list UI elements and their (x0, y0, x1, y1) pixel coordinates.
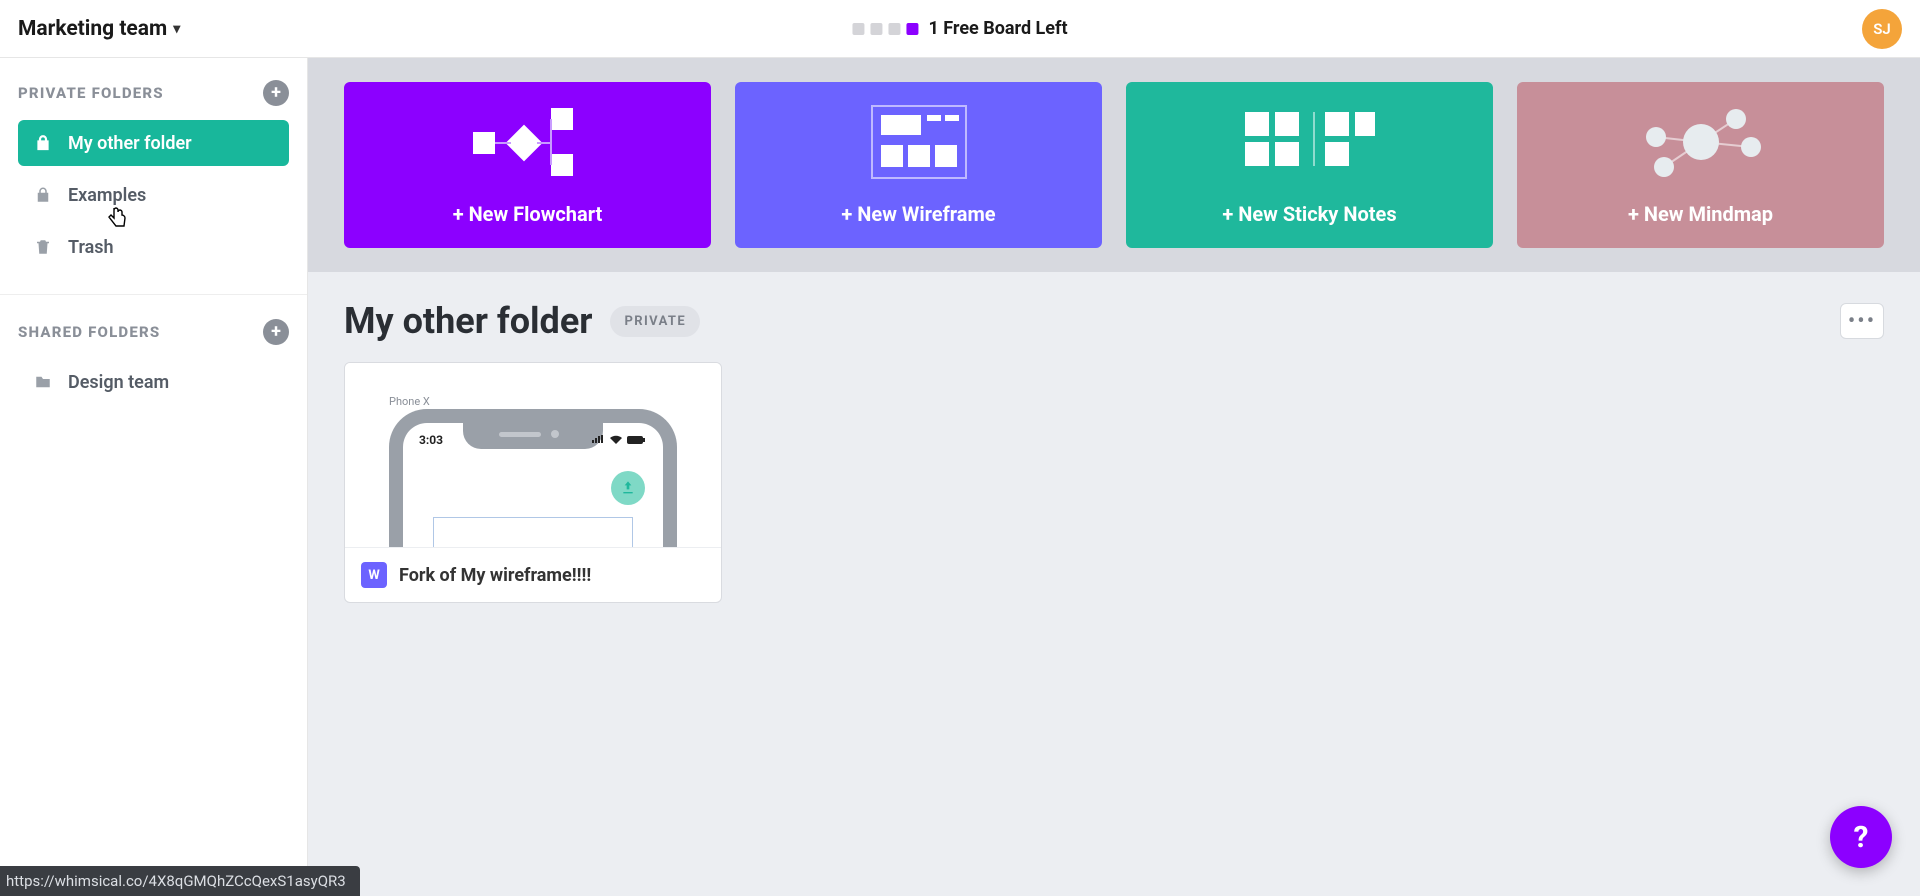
sidebar: PRIVATE FOLDERS + My other folder Exampl… (0, 58, 308, 896)
trash-icon (32, 238, 54, 256)
board-dot-used (888, 23, 900, 35)
shared-folders-section: SHARED FOLDERS + Design team (0, 294, 307, 411)
new-flowchart-card[interactable]: + New Flowchart (344, 82, 711, 248)
sidebar-item-label: Trash (68, 237, 114, 258)
sidebar-item-label: Design team (68, 372, 169, 393)
board-card-footer: W Fork of My wireframe!!!! (345, 547, 721, 602)
new-mindmap-card[interactable]: + New Mindmap (1517, 82, 1884, 248)
folder-icon (32, 373, 54, 391)
user-avatar[interactable]: SJ (1862, 9, 1902, 49)
team-switcher[interactable]: Marketing team ▾ (18, 17, 180, 41)
board-type-chip: W (361, 562, 387, 588)
sidebar-item-trash[interactable]: Trash (18, 224, 289, 270)
wireframe-icon (735, 102, 1102, 182)
sidebar-item-examples[interactable]: Examples (18, 172, 289, 218)
sidebar-item-label: Examples (68, 185, 146, 206)
private-folders-section: PRIVATE FOLDERS + My other folder Exampl… (0, 80, 307, 276)
folder-header: My other folder PRIVATE ••• (344, 300, 1884, 342)
board-card[interactable]: Phone X 3:03 (344, 362, 722, 603)
phone-mock-icon: 3:03 (389, 409, 677, 547)
preview-time: 3:03 (419, 433, 443, 447)
private-folders-heading: PRIVATE FOLDERS (18, 84, 164, 102)
add-private-folder-button[interactable]: + (263, 80, 289, 106)
shared-folders-heading: SHARED FOLDERS (18, 323, 160, 341)
create-card-label: + New Flowchart (453, 202, 603, 226)
new-wireframe-card[interactable]: + New Wireframe (735, 82, 1102, 248)
main-content: + New Flowchart + New Wireframe (308, 58, 1920, 896)
help-icon: ? (1854, 820, 1869, 855)
boards-dots (852, 23, 918, 35)
board-dot-remaining (906, 23, 918, 35)
avatar-initials: SJ (1873, 20, 1891, 38)
lock-icon (32, 186, 54, 204)
folder-privacy-badge: PRIVATE (610, 306, 700, 337)
lock-icon (32, 134, 54, 152)
board-dot-used (870, 23, 882, 35)
sidebar-item-my-other-folder[interactable]: My other folder (18, 120, 289, 166)
folder-title: My other folder (344, 300, 592, 342)
browser-status-url: https://whimsical.co/4X8qGMQhZCcQexS1asy… (0, 866, 360, 896)
board-title: Fork of My wireframe!!!! (399, 565, 591, 586)
sidebar-item-label: My other folder (68, 133, 192, 154)
board-dot-used (852, 23, 864, 35)
create-board-row: + New Flowchart + New Wireframe (308, 58, 1920, 272)
create-card-label: + New Mindmap (1628, 202, 1773, 226)
folder-area: My other folder PRIVATE ••• Phone X 3:03 (308, 272, 1920, 631)
new-sticky-notes-card[interactable]: + New Sticky Notes (1126, 82, 1493, 248)
create-card-label: + New Sticky Notes (1222, 202, 1396, 226)
preview-action-icon (611, 471, 645, 505)
board-type-initial: W (368, 568, 379, 583)
preview-device-label: Phone X (389, 395, 430, 408)
flowchart-icon (344, 102, 711, 182)
create-card-label: + New Wireframe (841, 202, 995, 226)
folder-more-button[interactable]: ••• (1840, 303, 1884, 339)
boards-grid: Phone X 3:03 (344, 362, 1884, 603)
chevron-down-icon: ▾ (173, 21, 180, 37)
team-name: Marketing team (18, 17, 167, 41)
sidebar-item-design-team[interactable]: Design team (18, 359, 289, 405)
sticky-notes-icon (1126, 102, 1493, 182)
free-boards-label: 1 Free Board Left (928, 18, 1067, 39)
signal-wifi-battery-icon (591, 435, 647, 445)
free-boards-indicator[interactable]: 1 Free Board Left (852, 18, 1067, 39)
help-button[interactable]: ? (1830, 806, 1892, 868)
mindmap-icon (1517, 102, 1884, 182)
board-preview: Phone X 3:03 (345, 363, 721, 547)
add-shared-folder-button[interactable]: + (263, 319, 289, 345)
top-bar: Marketing team ▾ 1 Free Board Left SJ (0, 0, 1920, 58)
